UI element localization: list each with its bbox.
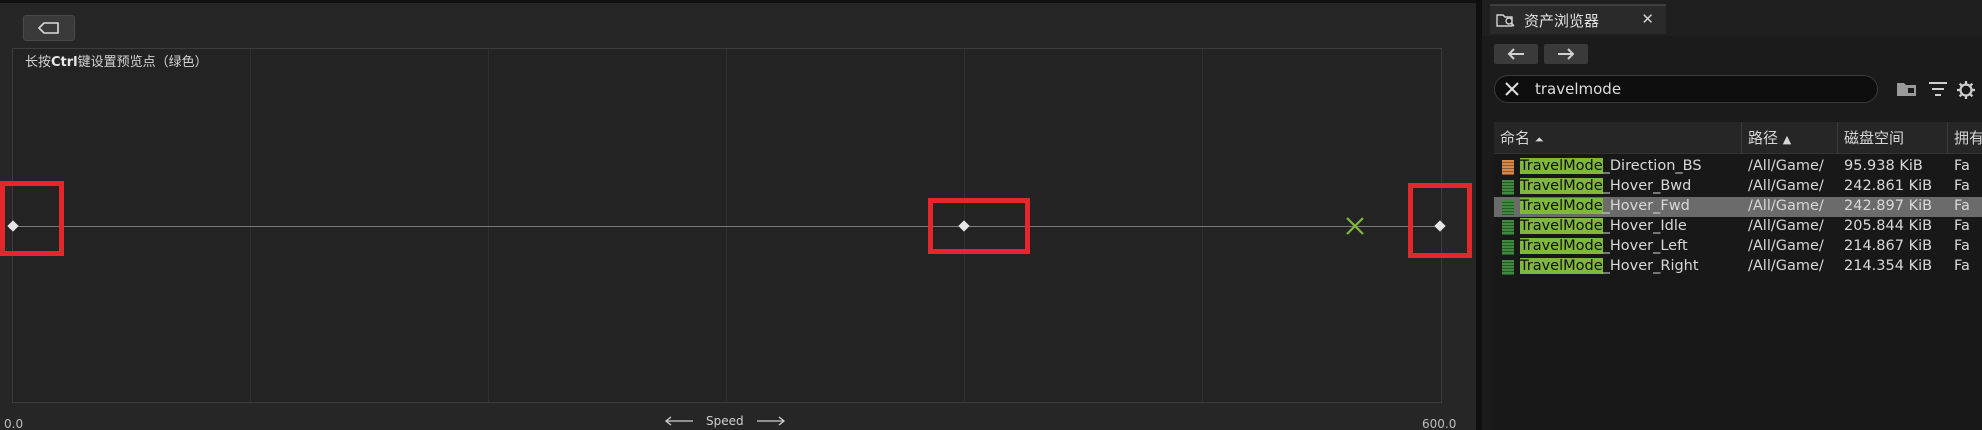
search-match-highlight: TravelMode [1520, 198, 1603, 214]
search-box[interactable] [1494, 75, 1878, 103]
asset-owner: Fa [1954, 178, 1970, 194]
highlight-box [0, 181, 64, 256]
filter-icon[interactable] [1928, 80, 1948, 98]
nav-forward-button[interactable] [1544, 44, 1588, 64]
search-match-highlight: TravelMode [1520, 178, 1603, 194]
animation-sequence-icon [1502, 180, 1514, 195]
highlight-box [928, 198, 1030, 254]
arrow-left-icon [1507, 48, 1524, 60]
asset-name: TravelMode_Hover_Right [1520, 258, 1740, 274]
blendspace-editor: 长按Ctrl键设置预览点（绿色） 0.0 Speed 600.0 [0, 0, 1476, 430]
back-button[interactable] [23, 15, 75, 41]
asset-disk-size: 214.354 KiB [1844, 258, 1933, 274]
arrow-left-icon [664, 416, 693, 426]
nav-back-button[interactable] [1494, 44, 1538, 64]
asset-disk-size: 95.938 KiB [1844, 158, 1923, 174]
asset-name: TravelMode_Direction_BS [1520, 158, 1740, 174]
search-match-highlight: TravelMode [1520, 158, 1603, 174]
asset-name-suffix: _Hover_Fwd [1602, 198, 1690, 214]
asset-row[interactable]: TravelMode_Hover_Bwd/All/Game/242.861 Ki… [1494, 177, 1982, 197]
asset-row[interactable]: TravelMode_Hover_Idle/All/Game/205.844 K… [1494, 217, 1982, 237]
asset-name: TravelMode_Hover_Bwd [1520, 178, 1740, 194]
asset-owner: Fa [1954, 218, 1970, 234]
asset-row[interactable]: TravelMode_Direction_BS/All/Game/95.938 … [1494, 157, 1982, 177]
preview-point-icon[interactable] [1345, 216, 1365, 236]
preview-hint: 长按Ctrl键设置预览点（绿色） [25, 55, 208, 70]
asset-name: TravelMode_Hover_Idle [1520, 218, 1740, 234]
asset-row[interactable]: TravelMode_Hover_Right/All/Game/214.354 … [1494, 257, 1982, 277]
asset-name: TravelMode_Hover_Fwd [1520, 198, 1740, 214]
blendspace-graph[interactable]: 长按Ctrl键设置预览点（绿色） [12, 48, 1442, 403]
asset-name-suffix: _Hover_Idle [1602, 218, 1687, 234]
asset-disk-size: 205.844 KiB [1844, 218, 1933, 234]
column-disk-size[interactable]: 磁盘空间 [1838, 122, 1948, 154]
blendspace-asset-icon [1502, 160, 1514, 175]
search-match-highlight: TravelMode [1520, 218, 1603, 234]
animation-sequence-icon [1502, 220, 1514, 235]
axis-line [13, 226, 1441, 227]
axis-name-label: Speed [706, 414, 744, 428]
asset-owner: Fa [1954, 258, 1970, 274]
clear-search-icon[interactable] [1503, 80, 1521, 98]
asset-path: /All/Game/ [1748, 238, 1824, 254]
asset-list: 命名 ⏶ 路径 ▲ 磁盘空间 拥有 TravelMode_Direction_B… [1494, 122, 1982, 430]
highlight-box [1408, 183, 1472, 258]
content-browser-icon [1496, 14, 1515, 27]
search-input[interactable] [1535, 79, 1865, 99]
close-icon[interactable]: ✕ [1641, 10, 1654, 28]
axis-min-label: 0.0 [4, 417, 24, 430]
asset-path: /All/Game/ [1748, 178, 1824, 194]
animation-sequence-icon [1502, 240, 1514, 255]
column-owner[interactable]: 拥有 [1948, 122, 1982, 154]
app-root: 长按Ctrl键设置预览点（绿色） 0.0 Speed 600.0 资产浏览器 ✕… [0, 0, 1982, 430]
arrow-right-icon [756, 416, 785, 426]
asset-path: /All/Game/ [1748, 258, 1824, 274]
asset-disk-size: 214.867 KiB [1844, 238, 1933, 254]
asset-path: /All/Game/ [1748, 218, 1824, 234]
animation-sequence-icon [1502, 200, 1514, 215]
asset-disk-size: 242.897 KiB [1844, 198, 1933, 214]
gear-icon[interactable] [1956, 80, 1976, 100]
asset-name: TravelMode_Hover_Left [1520, 238, 1740, 254]
asset-row[interactable]: TravelMode_Hover_Fwd/All/Game/242.897 Ki… [1494, 197, 1982, 217]
asset-name-suffix: _Hover_Bwd [1602, 178, 1692, 194]
asset-name-suffix: _Hover_Left [1602, 238, 1688, 254]
asset-name-suffix: _Hover_Right [1602, 258, 1699, 274]
back-arrow-icon [38, 22, 59, 34]
sort-asc-icon: ⏶ [1534, 133, 1544, 146]
asset-owner: Fa [1954, 198, 1970, 214]
asset-path: /All/Game/ [1748, 158, 1824, 174]
column-path[interactable]: 路径 ▲ [1742, 122, 1838, 154]
search-match-highlight: TravelMode [1520, 258, 1603, 274]
content-browser: 资产浏览器 ✕ 命名 ⏶ 路径 ▲ 磁盘空间 [1476, 0, 1982, 430]
asset-list-header: 命名 ⏶ 路径 ▲ 磁盘空间 拥有 [1494, 122, 1982, 154]
sort-asc-icon: ▲ [1782, 133, 1792, 146]
asset-row[interactable]: TravelMode_Hover_Left/All/Game/214.867 K… [1494, 237, 1982, 257]
search-match-highlight: TravelMode [1520, 238, 1603, 254]
animation-sequence-icon [1502, 260, 1514, 275]
asset-owner: Fa [1954, 238, 1970, 254]
tab-label: 资产浏览器 [1524, 11, 1600, 30]
asset-owner: Fa [1954, 158, 1970, 174]
asset-path: /All/Game/ [1748, 198, 1824, 214]
tab-bar: 资产浏览器 ✕ [1482, 0, 1982, 36]
axis-name: Speed [664, 414, 786, 428]
axis-max-label: 600.0 [1422, 417, 1457, 430]
asset-disk-size: 242.861 KiB [1844, 178, 1933, 194]
column-name[interactable]: 命名 ⏶ [1494, 122, 1742, 154]
tab-content-browser[interactable]: 资产浏览器 ✕ [1490, 4, 1666, 34]
asset-name-suffix: _Direction_BS [1602, 158, 1702, 174]
arrow-right-icon [1558, 48, 1575, 60]
folder-filter-icon[interactable] [1896, 80, 1918, 98]
